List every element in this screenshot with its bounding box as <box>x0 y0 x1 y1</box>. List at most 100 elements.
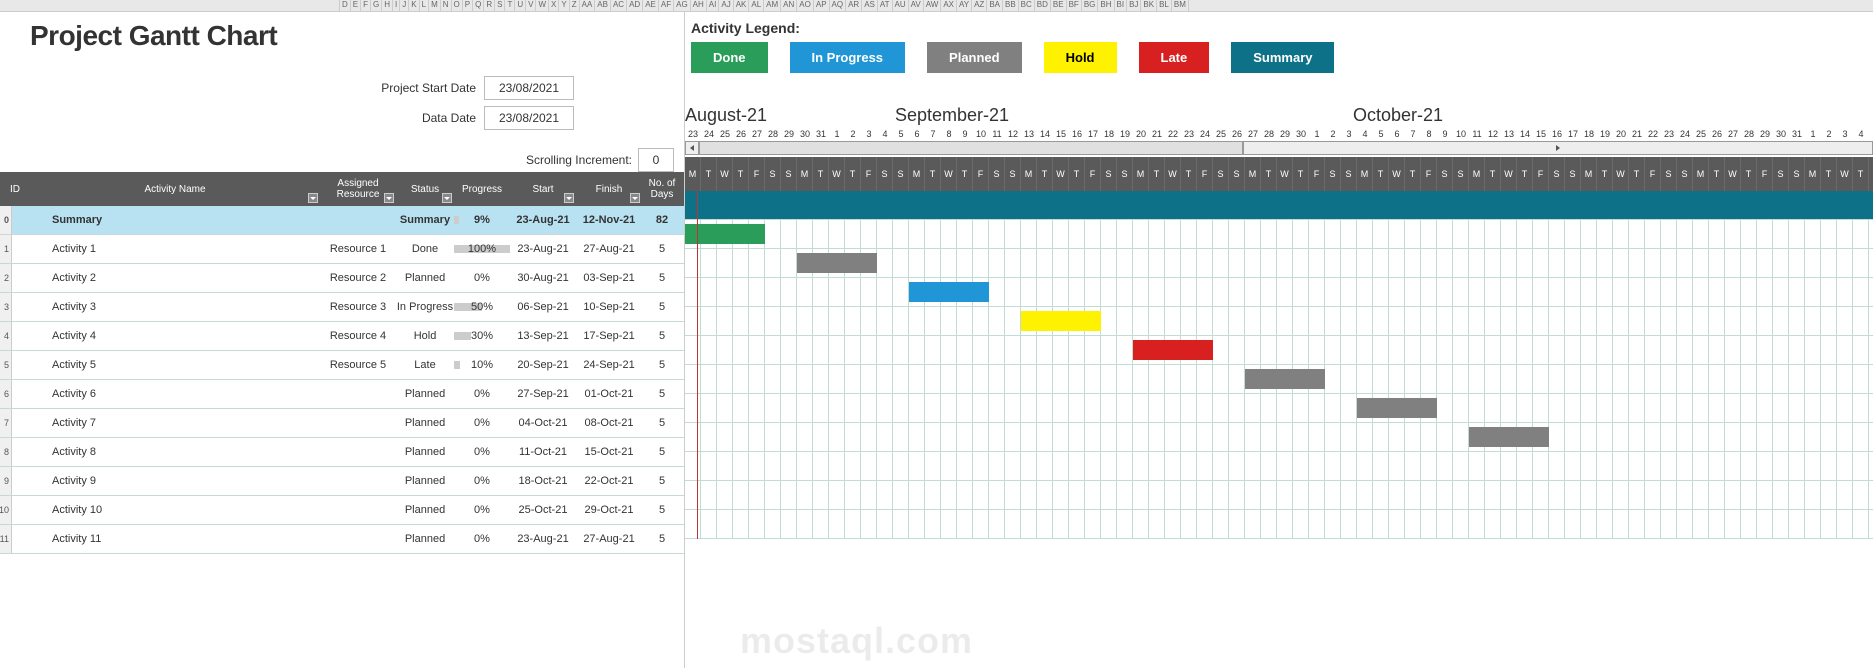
cell-start[interactable]: 23-Aug-21 <box>510 214 576 226</box>
col-status[interactable]: Status <box>396 172 454 206</box>
col-id[interactable]: ID <box>0 172 30 206</box>
cell-finish[interactable]: 03-Sep-21 <box>576 272 642 284</box>
cell-start[interactable]: 30-Aug-21 <box>510 272 576 284</box>
col-assigned-resource[interactable]: Assigned Resource <box>320 172 396 206</box>
cell-days[interactable]: 82 <box>642 214 682 226</box>
cell-days[interactable]: 5 <box>642 243 682 255</box>
cell-start[interactable]: 04-Oct-21 <box>510 417 576 429</box>
cell-start[interactable]: 23-Aug-21 <box>510 533 576 545</box>
filter-dropdown-icon[interactable] <box>630 193 640 203</box>
cell-progress[interactable]: 0% <box>454 475 510 487</box>
cell-progress[interactable]: 0% <box>454 533 510 545</box>
cell-status[interactable]: Planned <box>396 533 454 545</box>
cell-days[interactable]: 5 <box>642 272 682 284</box>
cell-name[interactable]: Activity 2 <box>30 272 320 284</box>
cell-progress[interactable]: 0% <box>454 504 510 516</box>
data-date-value[interactable]: 23/08/2021 <box>484 106 574 130</box>
cell-resource[interactable]: Resource 4 <box>320 330 396 342</box>
table-row[interactable]: 8 Activity 8 Planned 0% 11-Oct-21 15-Oct… <box>0 438 684 467</box>
table-row[interactable]: 5 Activity 5 Resource 5 Late 10% 20-Sep-… <box>0 351 684 380</box>
cell-resource[interactable]: Resource 2 <box>320 272 396 284</box>
cell-days[interactable]: 5 <box>642 533 682 545</box>
filter-dropdown-icon[interactable] <box>384 193 394 203</box>
filter-dropdown-icon[interactable] <box>308 193 318 203</box>
cell-status[interactable]: Late <box>396 359 454 371</box>
cell-finish[interactable]: 22-Oct-21 <box>576 475 642 487</box>
cell-start[interactable]: 11-Oct-21 <box>510 446 576 458</box>
cell-days[interactable]: 5 <box>642 504 682 516</box>
cell-name[interactable]: Activity 4 <box>30 330 320 342</box>
table-row[interactable]: 10 Activity 10 Planned 0% 25-Oct-21 29-O… <box>0 496 684 525</box>
cell-progress[interactable]: 0% <box>454 417 510 429</box>
cell-finish[interactable]: 27-Aug-21 <box>576 243 642 255</box>
col-finish[interactable]: Finish <box>576 172 642 206</box>
scroll-right-button[interactable] <box>1243 141 1873 155</box>
cell-start[interactable]: 23-Aug-21 <box>510 243 576 255</box>
cell-finish[interactable]: 10-Sep-21 <box>576 301 642 313</box>
gantt-bar[interactable] <box>1021 311 1101 331</box>
gantt-bar[interactable] <box>1245 369 1325 389</box>
table-row[interactable]: 4 Activity 4 Resource 4 Hold 30% 13-Sep-… <box>0 322 684 351</box>
gantt-bar[interactable] <box>1357 398 1437 418</box>
col-start[interactable]: Start <box>510 172 576 206</box>
scroll-increment-value[interactable]: 0 <box>638 148 674 172</box>
cell-name[interactable]: Activity 1 <box>30 243 320 255</box>
cell-finish[interactable]: 17-Sep-21 <box>576 330 642 342</box>
cell-status[interactable]: In Progress <box>396 301 454 313</box>
cell-status[interactable]: Summary <box>396 214 454 226</box>
project-start-value[interactable]: 23/08/2021 <box>484 76 574 100</box>
filter-dropdown-icon[interactable] <box>442 193 452 203</box>
cell-finish[interactable]: 12-Nov-21 <box>576 214 642 226</box>
table-row[interactable]: 0 Summary Summary 9% 23-Aug-21 12-Nov-21… <box>0 206 684 235</box>
cell-progress[interactable]: 30% <box>454 330 510 342</box>
cell-name[interactable]: Activity 7 <box>30 417 320 429</box>
gantt-bar[interactable] <box>1469 427 1549 447</box>
cell-name[interactable]: Summary <box>30 214 320 226</box>
cell-finish[interactable]: 08-Oct-21 <box>576 417 642 429</box>
cell-start[interactable]: 20-Sep-21 <box>510 359 576 371</box>
cell-start[interactable]: 13-Sep-21 <box>510 330 576 342</box>
cell-name[interactable]: Activity 8 <box>30 446 320 458</box>
cell-progress[interactable]: 0% <box>454 272 510 284</box>
cell-finish[interactable]: 29-Oct-21 <box>576 504 642 516</box>
cell-name[interactable]: Activity 5 <box>30 359 320 371</box>
scroll-track[interactable] <box>699 141 1243 155</box>
cell-status[interactable]: Planned <box>396 388 454 400</box>
cell-days[interactable]: 5 <box>642 388 682 400</box>
cell-days[interactable]: 5 <box>642 475 682 487</box>
cell-progress[interactable]: 0% <box>454 446 510 458</box>
col-days[interactable]: No. of Days <box>642 172 682 206</box>
cell-status[interactable]: Planned <box>396 417 454 429</box>
cell-finish[interactable]: 15-Oct-21 <box>576 446 642 458</box>
cell-name[interactable]: Activity 11 <box>30 533 320 545</box>
cell-name[interactable]: Activity 6 <box>30 388 320 400</box>
cell-progress[interactable]: 100% <box>454 243 510 255</box>
cell-days[interactable]: 5 <box>642 301 682 313</box>
cell-start[interactable]: 18-Oct-21 <box>510 475 576 487</box>
cell-status[interactable]: Hold <box>396 330 454 342</box>
cell-start[interactable]: 06-Sep-21 <box>510 301 576 313</box>
cell-status[interactable]: Planned <box>396 446 454 458</box>
table-row[interactable]: 1 Activity 1 Resource 1 Done 100% 23-Aug… <box>0 235 684 264</box>
cell-status[interactable]: Planned <box>396 475 454 487</box>
cell-finish[interactable]: 24-Sep-21 <box>576 359 642 371</box>
col-activity-name[interactable]: Activity Name <box>30 172 320 206</box>
cell-name[interactable]: Activity 9 <box>30 475 320 487</box>
table-row[interactable]: 6 Activity 6 Planned 0% 27-Sep-21 01-Oct… <box>0 380 684 409</box>
timeline-scrollbar[interactable] <box>685 139 1873 157</box>
cell-start[interactable]: 25-Oct-21 <box>510 504 576 516</box>
col-progress[interactable]: Progress <box>454 172 510 206</box>
cell-name[interactable]: Activity 10 <box>30 504 320 516</box>
cell-progress[interactable]: 10% <box>454 359 510 371</box>
cell-finish[interactable]: 27-Aug-21 <box>576 533 642 545</box>
filter-dropdown-icon[interactable] <box>564 193 574 203</box>
cell-days[interactable]: 5 <box>642 446 682 458</box>
cell-progress[interactable]: 50% <box>454 301 510 313</box>
cell-name[interactable]: Activity 3 <box>30 301 320 313</box>
cell-start[interactable]: 27-Sep-21 <box>510 388 576 400</box>
gantt-bar[interactable] <box>909 282 989 302</box>
cell-days[interactable]: 5 <box>642 359 682 371</box>
cell-status[interactable]: Done <box>396 243 454 255</box>
cell-finish[interactable]: 01-Oct-21 <box>576 388 642 400</box>
cell-days[interactable]: 5 <box>642 417 682 429</box>
